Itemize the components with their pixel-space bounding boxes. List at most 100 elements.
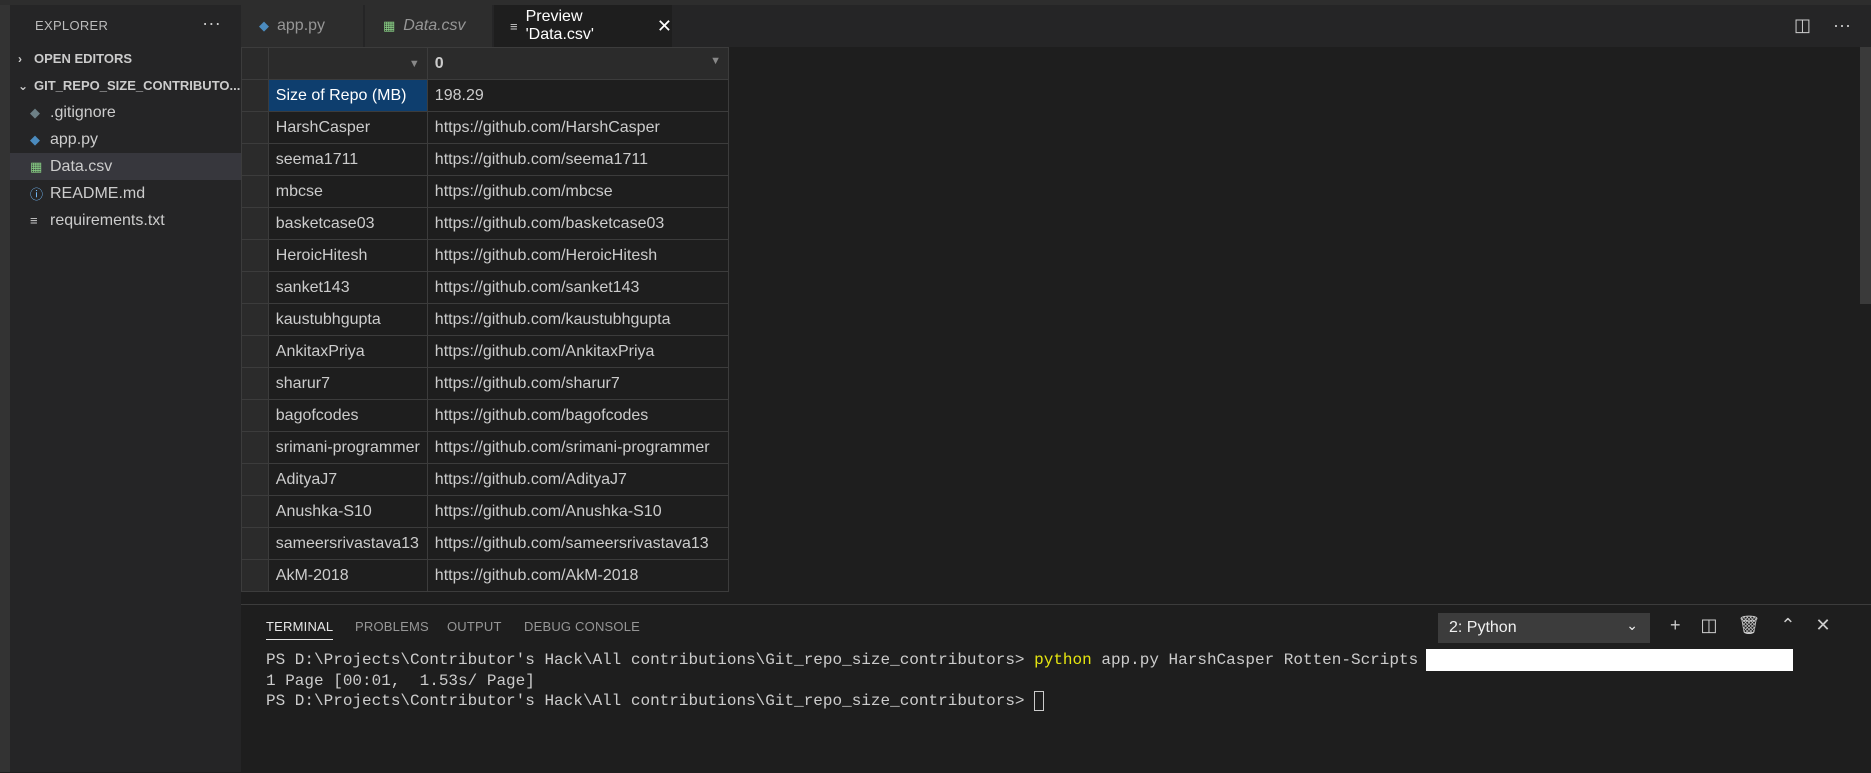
tab-data-csv[interactable]: ▦ Data.csv xyxy=(365,5,493,47)
file-tree: ◆ .gitignore ◆ app.py ▦ Data.csv ⓘ README.md ≡ re… xyxy=(10,99,241,234)
value-cell[interactable]: https://github.com/AnkitaxPriya xyxy=(426,335,729,368)
table-row[interactable]: AkM-2018 https://github.com/AkM-2018 xyxy=(241,559,729,592)
folder-label: GIT_REPO_SIZE_CONTRIBUTO... xyxy=(34,78,241,93)
contributor-cell[interactable]: HeroicHitesh xyxy=(267,239,428,272)
file-item[interactable]: ▦ Data.csv xyxy=(10,153,241,180)
contributor-cell[interactable]: sameersrivastava13 xyxy=(267,527,428,560)
file-item[interactable]: ◆ .gitignore xyxy=(10,99,241,126)
row-number-cell xyxy=(241,431,269,464)
table-row[interactable]: sharur7 https://github.com/sharur7 xyxy=(241,367,729,400)
table-row[interactable]: kaustubhgupta https://github.com/kaustubh… xyxy=(241,303,729,336)
terminal-prompt: PS D:\Projects\Contributor's Hack\All co… xyxy=(266,651,1035,670)
file-item[interactable]: ◆ app.py xyxy=(10,126,241,153)
contributor-cell[interactable]: HarshCasper xyxy=(267,111,428,144)
file-type-icon: ◆ xyxy=(30,131,40,147)
tab-debug-console[interactable]: DEBUG CONSOLE xyxy=(524,619,640,634)
explorer-header: EXPLORER ··· xyxy=(10,5,241,45)
row-number-cell xyxy=(241,399,269,432)
filter-icon[interactable]: ▼ xyxy=(710,55,721,67)
table-row[interactable]: seema1711 https://github.com/seema1711 xyxy=(241,143,729,176)
table-row[interactable]: HarshCasper https://github.com/HarshCaspe… xyxy=(241,111,729,144)
tab-problems[interactable]: PROBLEMS xyxy=(355,619,429,634)
contributor-cell[interactable]: AkM-2018 xyxy=(267,559,428,592)
tab-app-py[interactable]: ◆ app.py xyxy=(241,5,364,47)
row-number-header xyxy=(241,47,269,80)
table-row[interactable]: Anushka-S10 https://github.com/Anushka-S1… xyxy=(241,495,729,528)
row-number-cell xyxy=(241,271,269,304)
contributor-cell[interactable]: AdityaJ7 xyxy=(267,463,428,496)
contributor-cell[interactable]: Anushka-S10 xyxy=(267,495,428,528)
file-label: requirements.txt xyxy=(50,211,165,229)
contributor-cell[interactable]: sanket143 xyxy=(267,271,428,304)
value-cell[interactable]: https://github.com/srimani-programmer xyxy=(426,431,729,464)
terminal-output[interactable]: PS D:\Projects\Contributor's Hack\All co… xyxy=(266,649,1794,711)
value-cell[interactable]: https://github.com/mbcse xyxy=(426,175,729,208)
more-actions-icon[interactable]: ··· xyxy=(202,13,221,34)
python-file-icon: ◆ xyxy=(259,18,269,33)
tab-preview-data-csv[interactable]: ≡ Preview 'Data.csv' ✕ xyxy=(494,5,673,47)
row-number-cell xyxy=(241,111,269,144)
tab-label: Preview 'Data.csv' xyxy=(525,8,594,43)
contributor-cell[interactable]: AnkitaxPriya xyxy=(267,335,428,368)
contributor-cell[interactable]: basketcase03 xyxy=(267,207,428,240)
file-item[interactable]: ≡ requirements.txt xyxy=(10,207,241,234)
value-cell[interactable]: https://github.com/HeroicHitesh xyxy=(426,239,729,272)
contributor-cell[interactable]: kaustubhgupta xyxy=(267,303,428,336)
table-row[interactable]: HeroicHitesh https://github.com/HeroicHit… xyxy=(241,239,729,272)
open-editors-section[interactable]: › OPEN EDITORS xyxy=(10,45,241,72)
new-terminal-icon[interactable]: + xyxy=(1670,615,1681,636)
value-cell[interactable]: https://github.com/AkM-2018 xyxy=(426,559,729,592)
terminal-select[interactable]: 2: Python ⌄ xyxy=(1438,613,1650,643)
file-type-icon: ⓘ xyxy=(30,187,44,202)
table-row[interactable]: bagofcodes https://github.com/bagofcodes xyxy=(241,399,729,432)
split-editor-icon[interactable]: ◫ xyxy=(1794,15,1811,36)
value-cell[interactable]: https://github.com/Anushka-S10 xyxy=(426,495,729,528)
contributor-cell[interactable]: mbcse xyxy=(267,175,428,208)
chevron-down-icon: ⌄ xyxy=(1626,617,1638,633)
row-number-cell xyxy=(241,303,269,336)
table-row[interactable]: AdityaJ7 https://github.com/AdityaJ7 xyxy=(241,463,729,496)
table-row[interactable]: sameersrivastava13 https://github.com/sam… xyxy=(241,527,729,560)
column-header[interactable]: 0 ▼ xyxy=(426,47,729,80)
close-icon[interactable]: ✕ xyxy=(657,16,672,37)
file-item[interactable]: ⓘ README.md xyxy=(10,180,241,207)
folder-section[interactable]: ⌄ GIT_REPO_SIZE_CONTRIBUTO... xyxy=(10,72,241,99)
file-label: .gitignore xyxy=(50,103,116,121)
table-row[interactable]: Size of Repo (MB) 198.29 xyxy=(241,79,729,112)
value-cell[interactable]: https://github.com/HarshCasper xyxy=(426,111,729,144)
value-cell[interactable]: https://github.com/bagofcodes xyxy=(426,399,729,432)
table-row[interactable]: sanket143 https://github.com/sanket143 xyxy=(241,271,729,304)
filter-icon[interactable]: ▼ xyxy=(409,58,420,70)
terminal-select-value: 2: Python xyxy=(1449,619,1517,636)
column-header[interactable]: ▼ xyxy=(267,47,428,80)
value-cell[interactable]: https://github.com/sanket143 xyxy=(426,271,729,304)
value-cell[interactable]: https://github.com/AdityaJ7 xyxy=(426,463,729,496)
file-label: README.md xyxy=(50,184,146,202)
table-row[interactable]: srimani-programmer https://github.com/sri… xyxy=(241,431,729,464)
table-row[interactable]: mbcse https://github.com/mbcse xyxy=(241,175,729,208)
table-row[interactable]: basketcase03 https://github.com/basketcas… xyxy=(241,207,729,240)
table-row[interactable]: AnkitaxPriya https://github.com/AnkitaxPr… xyxy=(241,335,729,368)
contributor-cell[interactable]: Size of Repo (MB) xyxy=(267,79,428,112)
value-cell[interactable]: https://github.com/basketcase03 xyxy=(426,207,729,240)
split-terminal-icon[interactable]: ◫ xyxy=(1701,615,1718,636)
maximize-panel-icon[interactable]: ⌃ xyxy=(1780,615,1795,636)
value-cell[interactable]: https://github.com/seema1711 xyxy=(426,143,729,176)
editor-scrollbar[interactable] xyxy=(1860,47,1871,304)
contributor-cell[interactable]: sharur7 xyxy=(267,367,428,400)
file-type-icon: ▦ xyxy=(30,158,43,174)
contributor-cell[interactable]: seema1711 xyxy=(267,143,428,176)
tab-terminal[interactable]: TERMINAL xyxy=(266,619,334,640)
value-cell[interactable]: https://github.com/sameersrivastava13 xyxy=(426,527,729,560)
trash-icon[interactable]: 🗑 xyxy=(1738,615,1761,636)
contributor-cell[interactable]: bagofcodes xyxy=(267,399,428,432)
contributor-cell[interactable]: srimani-programmer xyxy=(267,431,428,464)
value-cell[interactable]: https://github.com/sharur7 xyxy=(426,367,729,400)
more-actions-icon[interactable]: ··· xyxy=(1833,15,1851,36)
value-cell[interactable]: 198.29 xyxy=(426,79,729,112)
tab-output[interactable]: OUTPUT xyxy=(447,619,502,634)
close-panel-icon[interactable]: ✕ xyxy=(1815,615,1830,636)
row-number-cell xyxy=(241,207,269,240)
row-number-cell xyxy=(241,239,269,272)
value-cell[interactable]: https://github.com/kaustubhgupta xyxy=(426,303,729,336)
